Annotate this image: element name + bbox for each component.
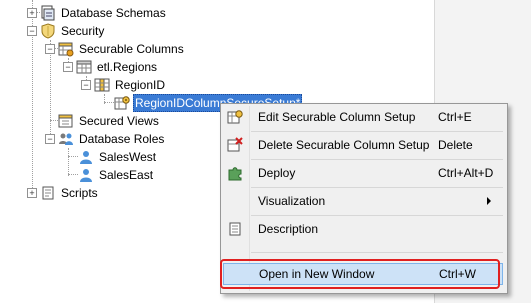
users-icon: [58, 131, 74, 147]
collapse-etl-regions-toggle[interactable]: −: [63, 62, 73, 72]
tree-node-label: etl.Regions: [97, 60, 158, 74]
menu-item-label: Description: [258, 222, 319, 236]
collapse-securable-columns-toggle[interactable]: −: [45, 44, 55, 54]
tree-connector: [104, 102, 114, 103]
menu-separator: [251, 159, 503, 160]
expand-scripts-toggle[interactable]: +: [27, 188, 37, 198]
tree-connector: [68, 174, 78, 175]
menu-item-label: Deploy: [258, 166, 296, 180]
tree-node-regionid[interactable]: RegionID: [94, 76, 167, 94]
secure-view-icon: [58, 113, 74, 129]
secure-setup-icon: [114, 95, 130, 111]
edit-setup-icon: [223, 106, 247, 128]
document-icon: [223, 218, 247, 240]
delete-setup-icon: [223, 134, 247, 156]
script-icon: [40, 185, 56, 201]
menu-separator: [251, 187, 503, 188]
tree-node-label: Database Roles: [79, 132, 165, 146]
column-icon: [94, 77, 110, 93]
menu-item-shortcut: Delete: [438, 138, 473, 152]
menu-item-shortcut: Ctrl+E: [438, 110, 472, 124]
puzzle-deploy-icon: [223, 162, 247, 184]
menu-separator: [251, 131, 503, 132]
tree-node-database-schemas[interactable]: Database Schemas: [40, 4, 168, 22]
tree-node-label: RegionID: [115, 78, 166, 92]
menu-item-label: Edit Securable Column Setup: [258, 110, 416, 124]
menu-item-description[interactable]: Description: [223, 218, 503, 240]
tree-node-saleswest[interactable]: SalesWest: [78, 148, 158, 166]
schema-icon: [40, 5, 56, 21]
tree-connector: [68, 156, 78, 157]
tree-connector: [68, 148, 69, 176]
menu-item-visualization[interactable]: Visualization: [223, 190, 503, 212]
menu-item-edit-securable-column-setup[interactable]: Edit Securable Column Setup Ctrl+E: [223, 106, 503, 128]
tree-node-label: Secured Views: [79, 114, 159, 128]
tree-node-database-roles[interactable]: Database Roles: [58, 130, 166, 148]
user-icon: [78, 149, 94, 165]
tree-connector: [50, 40, 51, 140]
collapse-regionid-toggle[interactable]: −: [81, 80, 91, 90]
menu-item-label: Visualization: [258, 194, 326, 208]
menu-item-label: Delete Securable Column Setup: [258, 138, 430, 152]
tree-node-label: Security: [61, 24, 105, 38]
menu-separator: [251, 215, 503, 216]
menu-item-deploy[interactable]: Deploy Ctrl+Alt+D: [223, 162, 503, 184]
tree-node-label: Database Schemas: [61, 6, 166, 20]
tree-node-label: Scripts: [61, 186, 98, 200]
tree-node-label: SalesEast: [99, 168, 154, 182]
secure-table-icon: [58, 41, 74, 57]
tree-node-securable-columns[interactable]: Securable Columns: [58, 40, 186, 58]
table-icon: [76, 59, 92, 75]
tree-node-security[interactable]: Security: [40, 22, 106, 40]
menu-item-delete-securable-column-setup[interactable]: Delete Securable Column Setup Delete: [223, 134, 503, 156]
tree-node-label: Securable Columns: [79, 42, 184, 56]
shield-icon: [40, 23, 56, 39]
collapse-database-roles-toggle[interactable]: −: [45, 134, 55, 144]
collapse-security-toggle[interactable]: −: [27, 26, 37, 36]
menu-separator: [251, 252, 503, 253]
tree-node-secured-views[interactable]: Secured Views: [58, 112, 161, 130]
tree-node-label: SalesWest: [99, 150, 157, 164]
menu-item-shortcut: Ctrl+Alt+D: [438, 166, 494, 180]
submenu-arrow-icon: [487, 197, 491, 205]
tree-node-etl-regions[interactable]: etl.Regions: [76, 58, 159, 76]
user-icon: [78, 167, 94, 183]
tree-node-saleseast[interactable]: SalesEast: [78, 166, 155, 184]
tree-node-scripts[interactable]: Scripts: [40, 184, 100, 202]
annotation-highlight-box: [220, 259, 500, 289]
expand-database-schemas-toggle[interactable]: +: [27, 8, 37, 18]
